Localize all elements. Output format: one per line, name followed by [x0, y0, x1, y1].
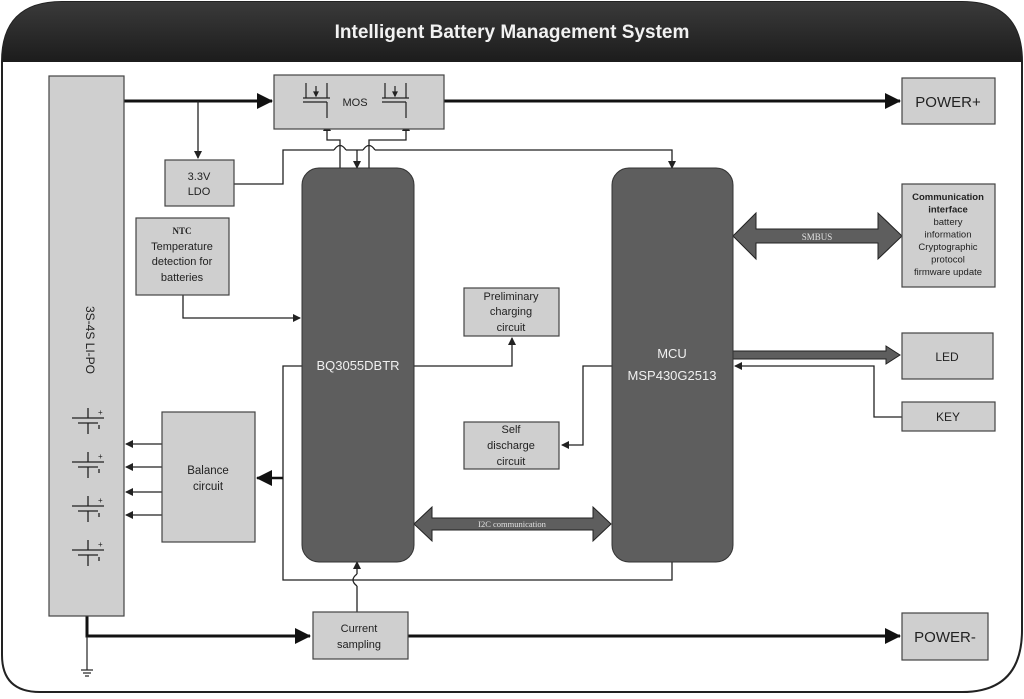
current-line-1: Current [341, 623, 378, 635]
mcu-chip-block[interactable]: MCU MSP430G2513 [611, 167, 734, 563]
svg-text:+: + [98, 408, 103, 417]
ntc-line-4: batteries [161, 272, 204, 284]
comm-interface-line: Cryptographic [918, 242, 977, 253]
power-minus-label: POWER- [914, 629, 976, 646]
smbus-label: SMBUS [802, 232, 833, 242]
key-label: KEY [936, 410, 960, 424]
balance-line-2: circuit [193, 481, 224, 493]
comm-interface-line: information [925, 230, 972, 241]
svg-text:+: + [98, 540, 103, 549]
discharge-line-2: discharge [487, 440, 535, 452]
led-block[interactable]: LED [901, 332, 994, 380]
charging-line-2: charging [490, 306, 532, 318]
power-minus-block[interactable]: POWER- [901, 612, 989, 661]
battery-pack-label: 3S-4S LI-PO [83, 306, 97, 374]
ntc-line-2: Temperature [151, 241, 213, 253]
mos-block[interactable]: MOS [273, 74, 445, 130]
battery-pack-block[interactable]: 3S-4S LI-PO + + + + [48, 75, 125, 617]
balance-line-1: Balance [187, 465, 229, 477]
preliminary-charging-block[interactable]: Preliminary charging circuit [463, 287, 560, 337]
discharge-line-3: circuit [497, 456, 526, 468]
current-line-2: sampling [337, 639, 381, 651]
power-plus-block[interactable]: POWER+ [901, 77, 996, 125]
diagram-frame: Intelligent Battery Management System SM… [0, 0, 1024, 694]
power-plus-label: POWER+ [915, 94, 981, 111]
mcu-title: MCU [657, 346, 687, 361]
comm-interface-line: firmware update [914, 267, 982, 278]
ntc-block[interactable]: NTC Temperature detection for batteries [135, 217, 230, 296]
self-discharge-block[interactable]: Self discharge circuit [463, 421, 560, 470]
charging-line-1: Preliminary [483, 291, 539, 303]
key-block[interactable]: KEY [901, 401, 996, 432]
charging-line-3: circuit [497, 322, 526, 334]
comm-interface-line: Communication [912, 192, 984, 203]
mcu-model: MSP430G2513 [628, 368, 717, 383]
led-label: LED [935, 350, 959, 364]
mos-label: MOS [342, 97, 367, 109]
discharge-line-1: Self [502, 424, 522, 436]
ntc-title: NTC [172, 226, 191, 236]
balance-circuit-block[interactable]: Balance circuit [161, 411, 256, 543]
svg-text:+: + [98, 496, 103, 505]
block-diagram: Intelligent Battery Management System SM… [1, 1, 1023, 693]
ldo-voltage: 3.3V [188, 171, 211, 183]
bq3055-chip-block[interactable]: BQ3055DBTR [301, 167, 415, 563]
bq3055-label: BQ3055DBTR [316, 358, 399, 373]
comm-interface-line: battery [933, 217, 962, 228]
svg-text:+: + [98, 452, 103, 461]
ldo-block[interactable]: 3.3V LDO [164, 159, 235, 207]
diagram-title: Intelligent Battery Management System [335, 22, 690, 43]
current-sampling-block[interactable]: Current sampling [312, 611, 409, 660]
comm-interface-line: interface [928, 205, 968, 216]
ldo-label: LDO [188, 186, 211, 198]
comm-interface-line: protocol [931, 255, 965, 266]
communication-interface-block[interactable]: Communication interfacebattery information… [901, 183, 996, 288]
ntc-line-3: detection for [152, 256, 213, 268]
i2c-label: I2C communication [478, 519, 547, 529]
